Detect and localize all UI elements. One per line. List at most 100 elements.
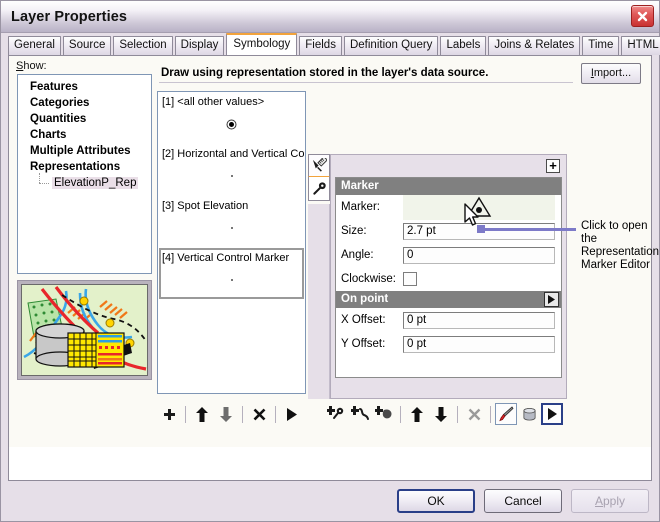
more-options-button[interactable] [541,403,563,425]
geometry-effect-button[interactable] [517,402,541,426]
callout-anchor-dot [477,225,485,233]
add-marker-layer-button[interactable] [324,402,348,426]
expand-all-button[interactable]: + [546,159,560,173]
layer-down-button[interactable] [429,402,453,426]
plus-small-icon [163,408,175,420]
list-item-selected[interactable]: [4] Vertical Control Marker [158,248,305,300]
tab-html-popup[interactable]: HTML Popup [621,36,660,55]
tab-time[interactable]: Time [582,36,620,55]
add-fill-layer-button[interactable] [372,402,396,426]
x-offset-label: X Offset: [341,314,386,326]
move-down-button[interactable] [214,402,238,426]
point-marker-icon [230,227,233,229]
close-button[interactable] [631,5,654,27]
point-marker-icon [230,175,233,177]
show-item-elevationp-rep-label: ElevationP_Rep [52,177,139,189]
toolbar-separator [242,405,243,423]
list-item-symbol-preview [158,272,305,288]
y-offset-input[interactable]: 0 pt [403,335,555,353]
tab-source[interactable]: Source [62,36,112,55]
pin-marker-icon [312,182,326,195]
paintbrush-icon [499,406,514,422]
arrow-down-icon [220,406,232,422]
delete-rule-button[interactable] [247,402,271,426]
show-item-multiple-attributes[interactable]: Multiple Attributes [24,143,151,159]
clockwise-checkbox[interactable] [403,272,417,286]
tab-definition-query[interactable]: Definition Query [343,36,439,55]
window-title: Layer Properties [11,8,128,25]
x-offset-input[interactable]: 0 pt [403,311,555,329]
list-item-symbol-preview [158,220,305,236]
list-item[interactable]: [1] <all other values> [158,92,305,144]
list-item-symbol-preview [158,116,305,132]
symbol-layer-toolbar [324,401,569,427]
list-item[interactable]: [3] Spot Elevation [158,196,305,248]
tab-labels[interactable]: Labels [440,36,487,55]
onpoint-options-button[interactable] [544,292,559,307]
pin-tool-tab[interactable] [308,177,330,201]
play-right-icon [287,407,297,421]
list-item-label: [3] Spot Elevation [162,200,249,212]
close-icon [637,11,648,21]
play-right-icon [547,408,557,420]
list-item-label: [2] Horizontal and Vertical Cor [162,148,305,160]
tab-symbology[interactable]: Symbology [226,33,298,55]
marker-angle-row: Angle: 0 [336,243,561,267]
ruler-tool-tab[interactable] [308,154,330,178]
page-bottom-strip [9,447,651,480]
point-marker-icon [230,279,233,281]
callout-line [480,228,576,231]
import-label: mport... [593,67,632,79]
dialog-footer: OK Cancel Apply [1,481,659,521]
y-offset-label: Y Offset: [341,338,386,350]
angle-input[interactable]: 0 [403,246,555,264]
representation-rule-list[interactable]: [1] <all other values> [2] Horizontal an… [157,91,306,394]
onpoint-section-title: On point [341,293,389,305]
toolbar-separator [490,405,491,423]
triangle-point-marker-icon [466,196,492,217]
marker-size-row: Size: 2.7 pt [336,219,561,243]
tab-fields[interactable]: Fields [299,36,342,55]
list-item[interactable]: [2] Horizontal and Vertical Cor [158,144,305,196]
marker-preview-field[interactable] [403,194,555,220]
tab-display[interactable]: Display [174,36,225,55]
rule-toolbar [157,401,306,427]
toolbar-separator [185,405,186,423]
paintbrush-button[interactable] [495,403,517,425]
delete-layer-button[interactable] [462,402,486,426]
tab-joins-relates[interactable]: Joins & Relates [488,36,581,55]
more-rules-button[interactable] [280,402,304,426]
add-rule-button[interactable] [157,402,181,426]
symbology-tab-page: Show: Features Categories Quantities Cha… [8,55,659,481]
draw-mode-description: Draw using representation stored in the … [159,63,573,83]
import-button[interactable]: Import... [581,62,641,84]
tab-bar: General Source Selection Display Symbolo… [1,33,660,55]
toolbar-separator [275,405,276,423]
show-item-elevationp-rep[interactable]: ElevationP_Rep [38,173,151,191]
apply-button: Apply [571,489,649,513]
play-right-icon [548,295,555,304]
representation-properties-panel: + Marker Marker: Size: 2.7 pt Angle: 0 C… [330,154,567,399]
tab-general[interactable]: General [8,36,61,55]
x-icon-disabled [468,408,480,420]
y-offset-row: Y Offset: 0 pt [336,332,561,356]
show-item-quantities[interactable]: Quantities [24,111,151,127]
add-line-icon [351,406,369,420]
layer-up-button[interactable] [405,402,429,426]
show-item-representations[interactable]: Representations [24,159,151,175]
apply-accel: A [594,494,603,508]
marker-label: Marker: [341,201,380,213]
move-up-button[interactable] [190,402,214,426]
tab-selection[interactable]: Selection [113,36,173,55]
show-tree[interactable]: Features Categories Quantities Charts Mu… [17,74,152,274]
show-item-categories[interactable]: Categories [24,95,151,111]
map-preview-inner [21,284,148,376]
cancel-button[interactable]: Cancel [484,489,562,513]
marker-section-header: Marker [336,178,561,195]
show-item-features[interactable]: Features [24,79,151,95]
add-line-layer-button[interactable] [348,402,372,426]
toolbar-separator [400,405,401,423]
ok-button[interactable]: OK [397,489,475,513]
show-item-charts[interactable]: Charts [24,127,151,143]
show-label-rest: how: [23,60,47,72]
